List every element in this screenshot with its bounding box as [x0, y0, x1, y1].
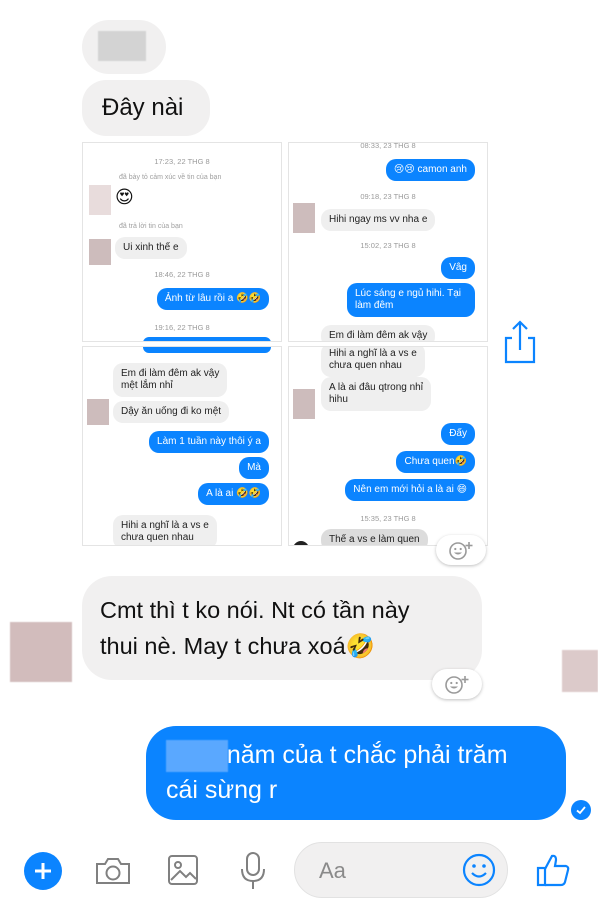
- seen-check-icon: [571, 800, 591, 820]
- message-input-placeholder: Aa: [319, 858, 346, 883]
- seen-avatar: [562, 650, 598, 692]
- camera-button[interactable]: [92, 852, 134, 890]
- sender-avatar: [10, 622, 72, 682]
- screenshot-image-2[interactable]: 08:33, 23 THG 8 😢😢 camon anh 09:18, 23 T…: [288, 142, 488, 342]
- avatar: [89, 239, 111, 265]
- message-line: mệt lắm nhỉ: [121, 380, 173, 391]
- redacted-name: [98, 31, 146, 61]
- chat-message-outgoing: Lúc sáng e ngủ hihi. Tại làm đêm: [347, 283, 475, 317]
- emoji-icon: [462, 853, 496, 887]
- emoji-button[interactable]: [461, 852, 497, 888]
- avatar: [89, 185, 111, 215]
- chat-message-incoming: Dậy ăn uống đi ko mệt: [113, 401, 230, 423]
- add-reaction-button[interactable]: [432, 669, 482, 699]
- message-line: chưa quen nhau: [329, 360, 402, 371]
- like-button[interactable]: [534, 850, 574, 890]
- chat-message-outgoing: Đấy: [441, 423, 475, 445]
- message-line: Hihi a nghĩ là a vs e: [121, 520, 209, 531]
- message-line: Em đi làm đêm ak vậy: [121, 368, 220, 379]
- chat-message-incoming: Ui xinh thế e: [115, 237, 187, 259]
- chat-message-incoming: A là ai đâu qtrong nhỉ hihu: [321, 377, 431, 411]
- add-button[interactable]: [24, 852, 62, 890]
- avatar: [293, 541, 309, 545]
- avatar: [293, 389, 315, 419]
- message-line: Lúc sáng e ngủ hihi. Tại: [355, 288, 462, 299]
- gallery-button[interactable]: [164, 850, 202, 890]
- message-bubble[interactable]: Đây nài: [82, 80, 210, 136]
- timestamp: 08:33, 23 THG 8: [360, 142, 416, 150]
- chat-message-incoming: Hihi ngay ms vv nha e: [321, 209, 436, 231]
- chat-message-incoming: Thế a vs e làm quen: [321, 529, 428, 545]
- message-text-line: cái sừng r: [166, 776, 278, 804]
- message-bubble[interactable]: Cmt thì t ko nói. Nt có tần này thui nè.…: [82, 576, 482, 680]
- blurred-sender-bubble: [82, 20, 166, 74]
- clipped-bubble: [143, 347, 271, 353]
- message-text-line: Cmt thì t ko nói. Nt có tần này: [100, 597, 410, 623]
- chat-message-incoming: Em đi làm đêm ak vậy mệt lắm nhỉ: [113, 363, 228, 397]
- chat-message-outgoing: Ảnh từ lâu rồi a 🤣🤣: [156, 288, 269, 310]
- clipped-bubble: [143, 337, 271, 341]
- chat-message-outgoing: Chưa quen🤣: [396, 451, 475, 473]
- redacted-name: [166, 740, 228, 772]
- chat-message-outgoing: Mà: [239, 457, 269, 479]
- chat-message-outgoing: Nên em mới hỏi a là ai 😄: [345, 479, 475, 501]
- chat-message-outgoing: 😢😢 camon anh: [385, 159, 475, 181]
- chat-message-outgoing: Vâg: [441, 257, 475, 279]
- microphone-icon: [241, 852, 265, 889]
- chat-message-incoming: Hihi a nghĩ là a vs e chưa quen nhau: [321, 347, 425, 377]
- system-note: đã bày tỏ cảm xúc về tin của bạn: [119, 174, 222, 181]
- timestamp: 18:46, 22 THG 8: [154, 270, 210, 279]
- message-text-line: thui nè. May t chưa xoá🤣: [100, 633, 375, 659]
- message-line: làm đêm: [355, 300, 394, 311]
- message-text-line: 4 năm của t chắc phải trăm: [206, 741, 508, 769]
- voice-button[interactable]: [236, 850, 270, 892]
- screenshot-image-3[interactable]: Em đi làm đêm ak vậy mệt lắm nhỉ Dậy ăn …: [82, 346, 282, 546]
- avatar: [293, 203, 315, 233]
- plus-icon: [35, 863, 51, 879]
- message-text: Đây nài: [102, 94, 184, 121]
- timestamp: 15:02, 23 THG 8: [360, 241, 416, 250]
- timestamp: 17:23, 22 THG 8: [154, 157, 210, 166]
- message-line: chưa quen nhau: [121, 532, 194, 543]
- timestamp: 19:16, 22 THG 8: [154, 323, 210, 332]
- message-line: Hihi a nghĩ là a vs e: [329, 348, 417, 359]
- avatar: [87, 399, 109, 425]
- screenshot-image-1[interactable]: 17:23, 22 THG 8 đã bày tỏ cảm xúc về tin…: [82, 142, 282, 342]
- message-line: A là ai đâu qtrong nhỉ: [329, 382, 423, 393]
- message-bubble-outgoing[interactable]: 4 năm của t chắc phải trăm cái sừng r: [146, 726, 566, 820]
- add-reaction-icon: [445, 676, 469, 694]
- screenshot-image-4[interactable]: Hihi a nghĩ là a vs e chưa quen nhau A l…: [288, 346, 488, 546]
- message-input[interactable]: Aa: [294, 842, 508, 898]
- composer-bar: Aa: [0, 836, 598, 902]
- chat-message-incoming: Em đi làm đêm ak vậy: [321, 325, 436, 341]
- share-button[interactable]: [500, 318, 540, 366]
- camera-icon: [96, 858, 130, 884]
- chat-message-outgoing: A là ai 🤣🤣: [198, 483, 269, 505]
- share-icon: [504, 320, 536, 364]
- system-note: đã trả lời tin của bạn: [119, 223, 183, 230]
- chat-message-incoming: Hihi a nghĩ là a vs e chưa quen nhau: [113, 515, 217, 545]
- thumbs-up-icon: [536, 854, 570, 887]
- add-reaction-button[interactable]: [436, 535, 486, 565]
- chat-message-outgoing: Làm 1 tuần này thôi ý a: [149, 431, 269, 453]
- image-icon: [168, 855, 198, 885]
- add-reaction-icon: [449, 542, 473, 560]
- message-line: hihu: [329, 394, 348, 405]
- timestamp: 09:18, 23 THG 8: [360, 192, 416, 201]
- timestamp: 15:35, 23 THG 8: [360, 514, 416, 523]
- reaction-emoji: 😍: [115, 187, 134, 207]
